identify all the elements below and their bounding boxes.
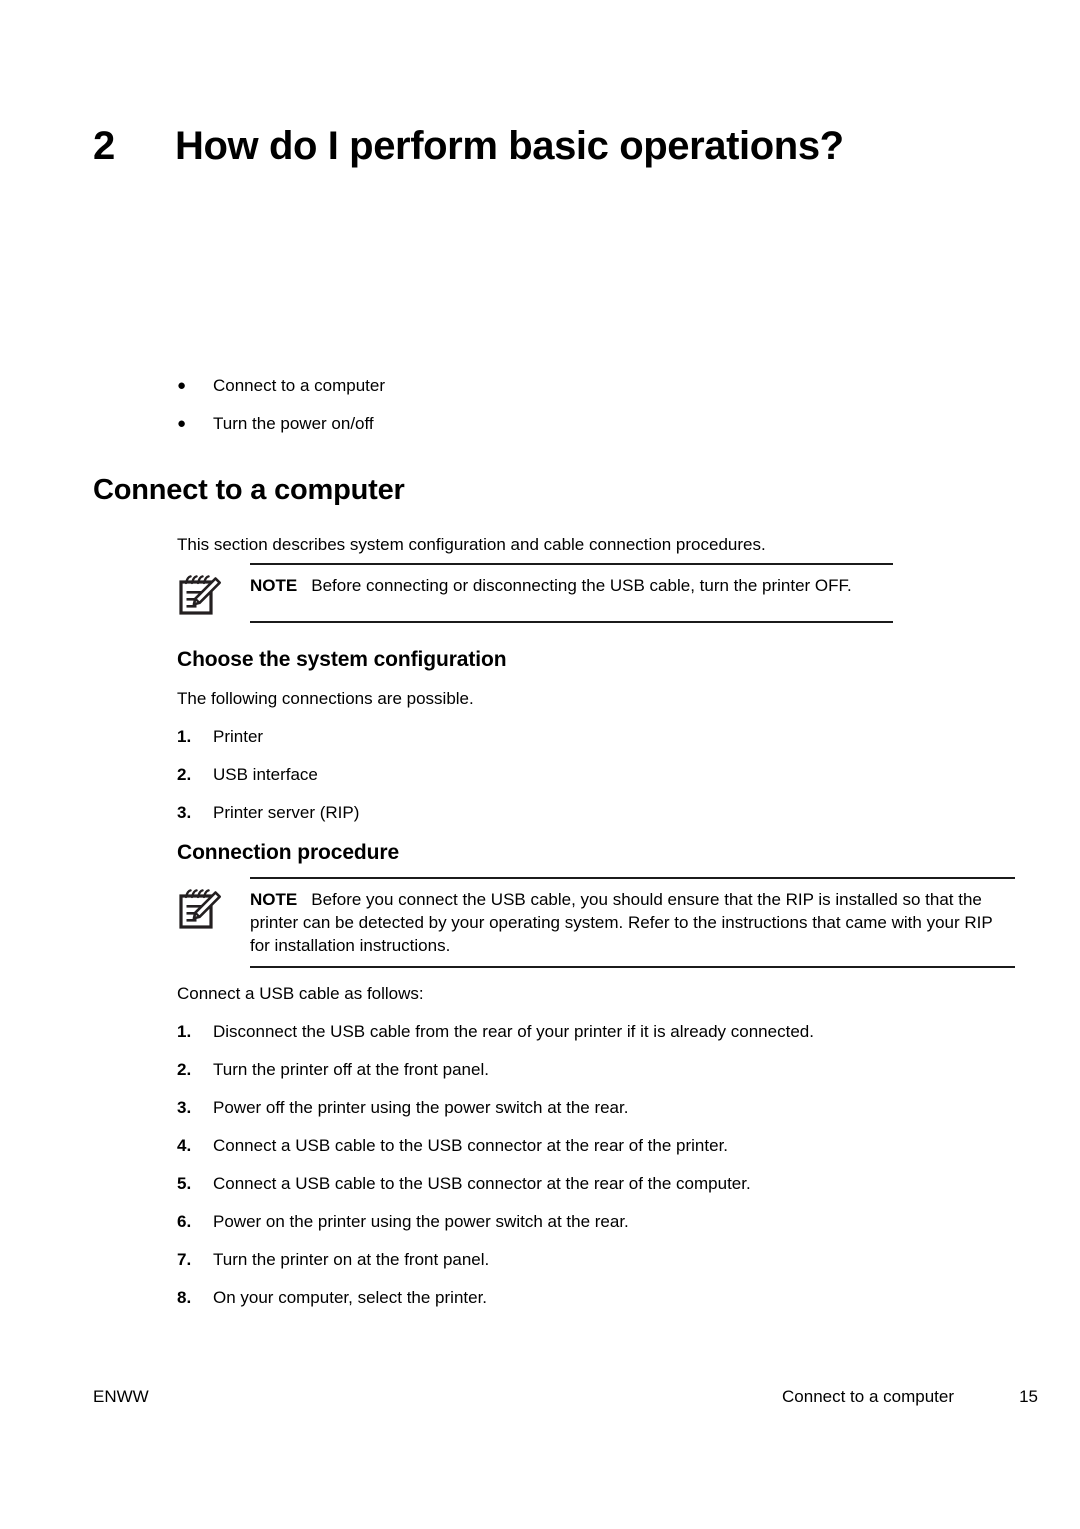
list-item: 1. Printer	[177, 726, 977, 747]
list-item-label: Connect to a computer	[213, 376, 385, 395]
note-body: NOTE Before connecting or disconnecting t…	[177, 565, 893, 621]
note-text: Before connecting or disconnecting the U…	[311, 576, 852, 595]
list-item-marker: 6.	[177, 1212, 192, 1231]
list-item-marker: 2.	[177, 1060, 192, 1079]
note-rule-bottom	[250, 621, 893, 623]
list-item: 2. USB interface	[177, 764, 977, 785]
procedure-intro-paragraph: Connect a USB cable as follows:	[177, 984, 424, 1003]
list-item-marker: 5.	[177, 1174, 192, 1193]
list-item: 1. Disconnect the USB cable from the rea…	[177, 1021, 977, 1042]
list-item-label: On your computer, select the printer.	[213, 1288, 488, 1307]
chapter-number: 2	[93, 124, 115, 168]
list-item-label: Turn the printer off at the front panel.	[213, 1060, 489, 1079]
chapter-title: 2 How do I perform basic operations?	[93, 124, 993, 169]
note-content: NOTE Before connecting or disconnecting t…	[250, 565, 893, 606]
note-callout-1: NOTE Before connecting or disconnecting t…	[177, 563, 893, 623]
note-label: NOTE	[250, 890, 298, 909]
list-item-marker: 1.	[177, 727, 192, 746]
list-item-label: Connect a USB cable to the USB connector…	[213, 1174, 751, 1193]
list-item: 3. Power off the printer using the power…	[177, 1097, 977, 1118]
section-intro-paragraph: This section describes system configurat…	[177, 535, 766, 554]
list-item-label: Printer server (RIP)	[213, 803, 360, 822]
list-item: 6. Power on the printer using the power …	[177, 1211, 977, 1232]
section-heading-connect-to-a-computer: Connect to a computer	[93, 474, 405, 506]
note-callout-2: NOTE Before you connect the USB cable, yo…	[177, 877, 1015, 968]
list-item-marker: 1.	[177, 1022, 192, 1041]
list-item-marker: 8.	[177, 1288, 192, 1307]
overview-bullet-list: ● Connect to a computer ● Turn the power…	[177, 376, 937, 452]
list-item: 3. Printer server (RIP)	[177, 802, 977, 823]
note-body: NOTE Before you connect the USB cable, yo…	[177, 879, 1015, 966]
list-item: 5. Connect a USB cable to the USB connec…	[177, 1173, 977, 1194]
subsection-config-intro: The following connections are possible.	[177, 689, 474, 708]
list-item-marker: 7.	[177, 1250, 192, 1269]
list-item-label: Power off the printer using the power sw…	[213, 1098, 629, 1117]
subsection-heading-choose-system-configuration: Choose the system configuration	[177, 648, 507, 671]
note-label: NOTE	[250, 576, 298, 595]
chapter-title-text: How do I perform basic operations?	[175, 124, 844, 168]
bullet-dot-icon: ●	[177, 415, 187, 432]
list-item-label: Disconnect the USB cable from the rear o…	[213, 1022, 814, 1041]
list-item-marker: 2.	[177, 765, 192, 784]
list-item: ● Connect to a computer	[177, 376, 937, 396]
subsection-heading-connection-procedure: Connection procedure	[177, 841, 400, 864]
bullet-dot-icon: ●	[177, 377, 187, 394]
footer-section-label: Connect to a computer	[782, 1387, 954, 1406]
list-item-label: Turn the printer on at the front panel.	[213, 1250, 490, 1269]
list-item-label: Power on the printer using the power swi…	[213, 1212, 629, 1231]
list-item-label: USB interface	[213, 765, 318, 784]
note-pencil-icon	[177, 565, 250, 621]
page-footer: ENWW Connect to a computer 15	[93, 1387, 1038, 1407]
list-item: 8. On your computer, select the printer.	[177, 1287, 977, 1308]
list-item: 7. Turn the printer on at the front pane…	[177, 1249, 977, 1270]
note-rule-bottom	[250, 966, 1015, 968]
list-item-marker: 4.	[177, 1136, 192, 1155]
note-text: Before you connect the USB cable, you sh…	[250, 890, 993, 955]
footer-page-number: 15	[1019, 1387, 1038, 1406]
list-item-label: Connect a USB cable to the USB connector…	[213, 1136, 729, 1155]
list-item: ● Turn the power on/off	[177, 414, 937, 434]
procedure-steps-list: 1. Disconnect the USB cable from the rea…	[177, 1021, 977, 1325]
connections-numbered-list: 1. Printer 2. USB interface 3. Printer s…	[177, 726, 977, 840]
footer-locale-label: ENWW	[93, 1387, 149, 1406]
list-item-label: Printer	[213, 727, 264, 746]
list-item: 2. Turn the printer off at the front pan…	[177, 1059, 977, 1080]
list-item: 4. Connect a USB cable to the USB connec…	[177, 1135, 977, 1156]
list-item-marker: 3.	[177, 803, 192, 822]
list-item-marker: 3.	[177, 1098, 192, 1117]
document-page: 2 How do I perform basic operations? ● C…	[0, 0, 1080, 1529]
note-content: NOTE Before you connect the USB cable, yo…	[250, 879, 1015, 966]
note-pencil-icon	[177, 879, 250, 935]
list-item-label: Turn the power on/off	[213, 414, 374, 433]
